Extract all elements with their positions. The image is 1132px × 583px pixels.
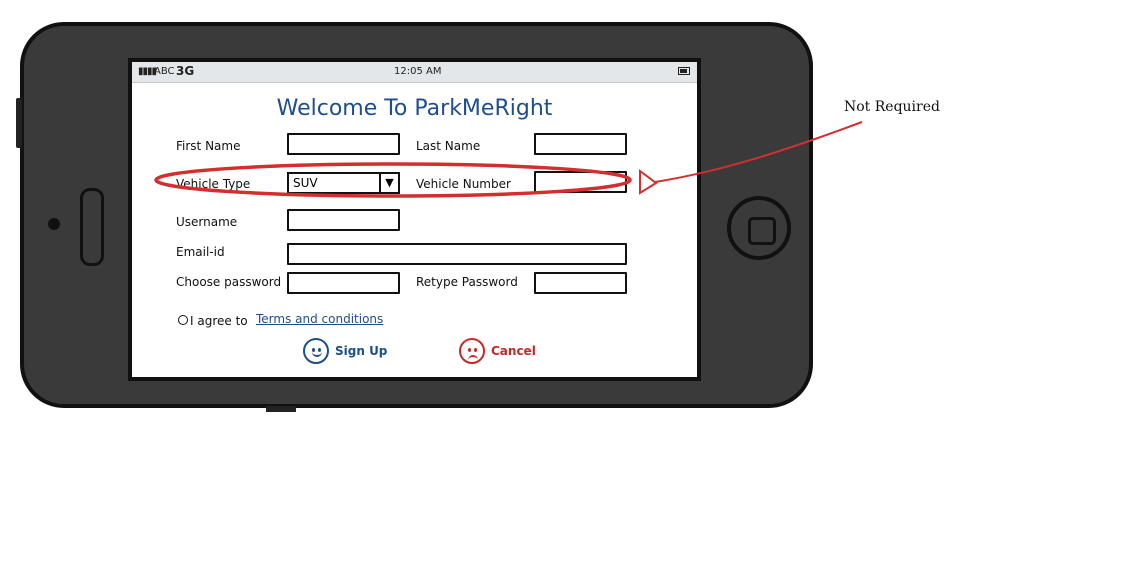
annotation-note: Not Required [844, 99, 940, 115]
annotation-overlay [154, 121, 863, 198]
highlight-ellipse [154, 162, 632, 198]
arrowhead-icon [639, 169, 658, 195]
annotation-arrow [654, 121, 863, 183]
